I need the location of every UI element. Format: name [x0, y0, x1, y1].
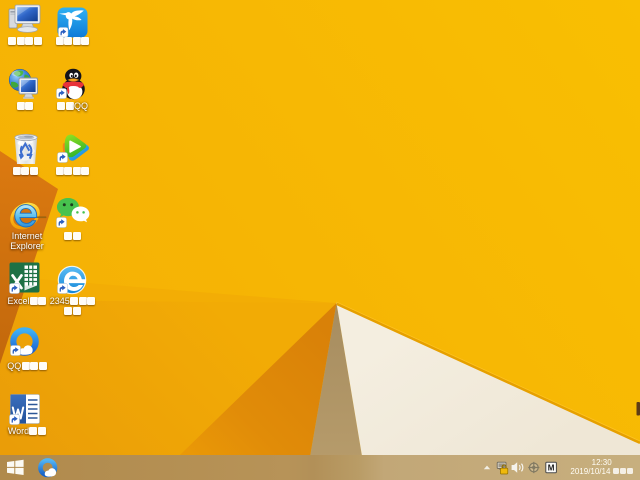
svg-text:M: M — [548, 464, 555, 473]
